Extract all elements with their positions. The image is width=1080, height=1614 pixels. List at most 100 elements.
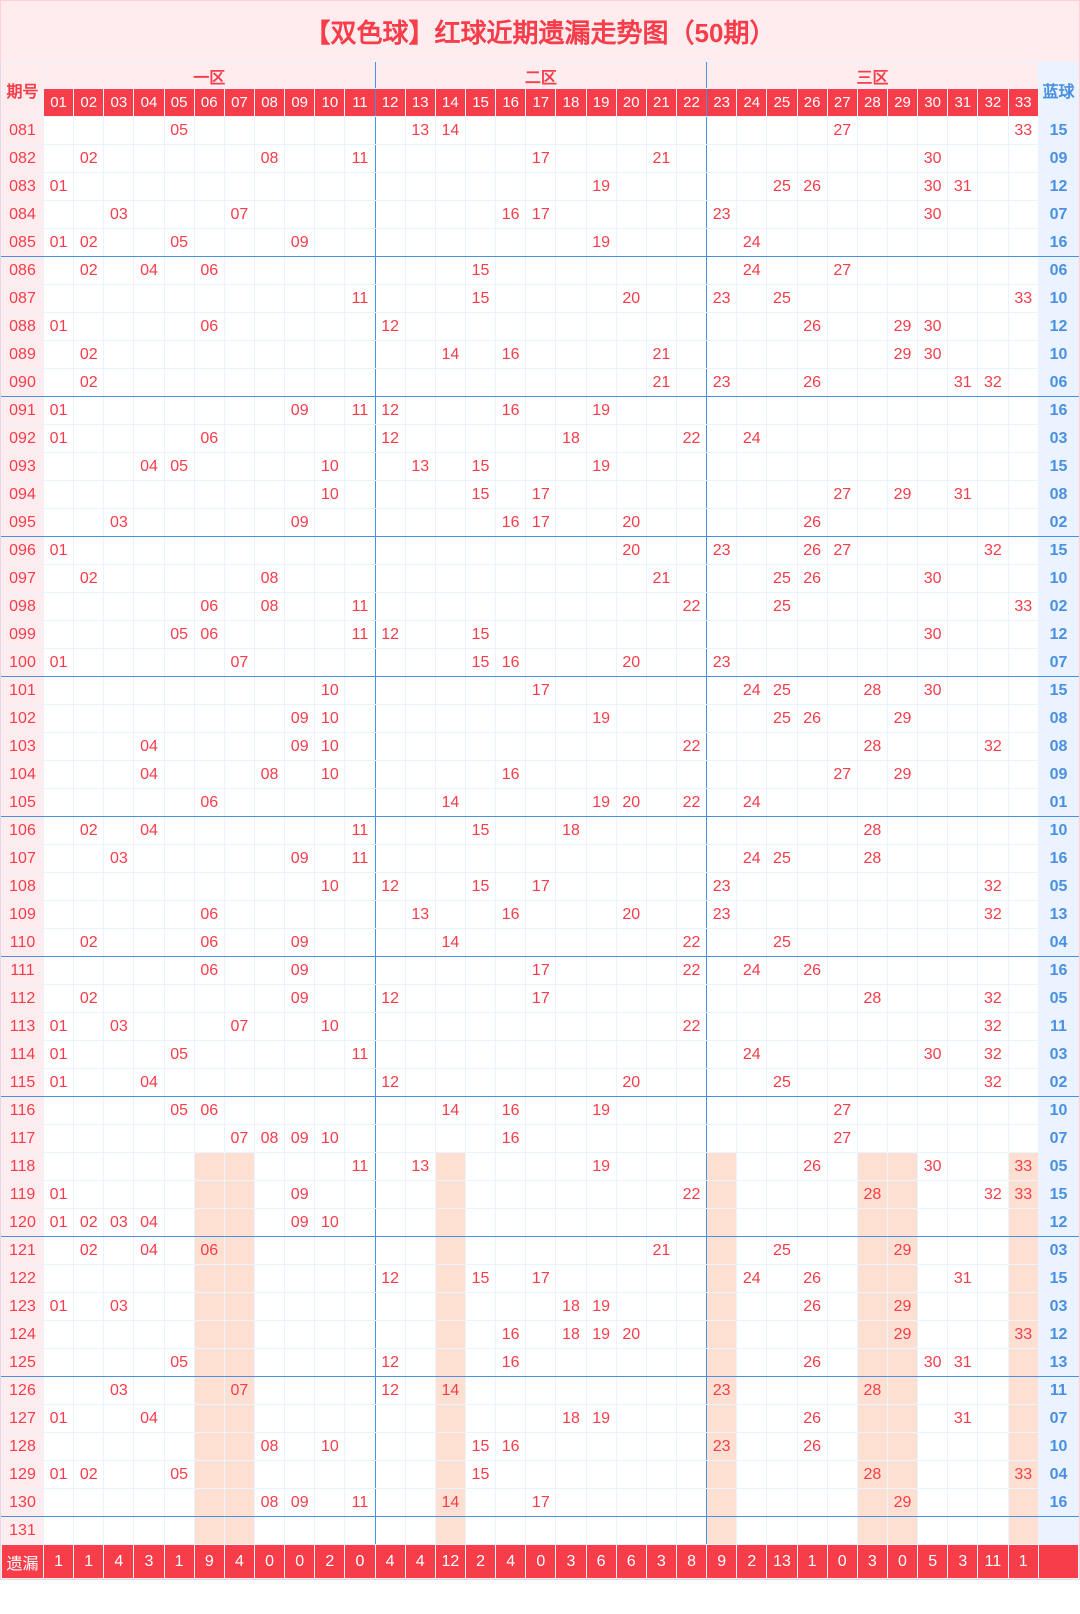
red-cell [315, 1237, 345, 1265]
red-cell: 17 [526, 509, 556, 537]
red-cell [586, 901, 616, 929]
issue-cell: 115 [2, 1069, 44, 1097]
blue-cell: 12 [1039, 173, 1079, 201]
red-cell [315, 173, 345, 201]
red-col-04: 04 [134, 89, 164, 117]
red-cell [44, 285, 74, 313]
red-cell [797, 229, 827, 257]
red-cell [375, 285, 405, 313]
red-cell [767, 901, 797, 929]
red-cell [134, 509, 164, 537]
red-cell: 23 [707, 537, 737, 565]
red-cell [676, 873, 706, 901]
red-cell [1008, 453, 1039, 481]
red-cell [676, 1069, 706, 1097]
data-row: 10506141920222401 [2, 789, 1079, 817]
red-cell [74, 1013, 104, 1041]
red-cell [646, 1377, 676, 1405]
blue-cell: 07 [1039, 1125, 1079, 1153]
red-cell [224, 1069, 254, 1097]
red-cell: 11 [345, 621, 375, 649]
data-row: 10304091022283208 [2, 733, 1079, 761]
blue-cell: 16 [1039, 229, 1079, 257]
blue-cell: 10 [1039, 341, 1079, 369]
red-cell [194, 1405, 224, 1433]
red-cell [285, 453, 315, 481]
red-cell: 28 [857, 733, 887, 761]
red-cell: 01 [44, 397, 74, 425]
red-cell [375, 341, 405, 369]
red-cell: 03 [104, 845, 134, 873]
red-cell [224, 621, 254, 649]
red-cell: 17 [526, 481, 556, 509]
red-cell: 14 [435, 1489, 465, 1517]
red-cell [375, 1293, 405, 1321]
red-cell [616, 117, 646, 145]
red-cell [254, 1349, 284, 1377]
red-cell: 21 [646, 565, 676, 593]
red-cell [586, 1013, 616, 1041]
red-cell: 30 [918, 1153, 948, 1181]
red-cell [164, 817, 194, 845]
red-cell [375, 1153, 405, 1181]
red-cell [767, 1321, 797, 1349]
red-cell [315, 789, 345, 817]
red-cell: 20 [616, 789, 646, 817]
red-cell [676, 1489, 706, 1517]
red-cell: 11 [345, 1041, 375, 1069]
red-cell [646, 453, 676, 481]
red-cell [134, 201, 164, 229]
red-cell: 04 [134, 761, 164, 789]
red-cell [285, 621, 315, 649]
red-cell [194, 285, 224, 313]
red-cell [104, 117, 134, 145]
red-col-13: 13 [405, 89, 435, 117]
red-cell [676, 985, 706, 1013]
data-row: 11501041220253202 [2, 1069, 1079, 1097]
red-cell [978, 1377, 1008, 1405]
red-cell [134, 117, 164, 145]
red-cell [797, 145, 827, 173]
red-cell [857, 1125, 887, 1153]
miss-cell: 1 [164, 1545, 194, 1579]
red-cell [526, 453, 556, 481]
red-cell [707, 789, 737, 817]
red-cell [646, 901, 676, 929]
red-cell [315, 425, 345, 453]
red-cell [224, 1517, 254, 1545]
issue-cell: 086 [2, 257, 44, 285]
red-cell [797, 677, 827, 705]
red-cell [616, 145, 646, 173]
red-cell [496, 621, 526, 649]
red-cell [797, 1069, 827, 1097]
red-cell [405, 649, 435, 677]
red-cell [887, 817, 917, 845]
red-cell [646, 509, 676, 537]
red-cell [224, 929, 254, 957]
red-cell [465, 1181, 495, 1209]
red-cell [194, 1461, 224, 1489]
issue-cell: 083 [2, 173, 44, 201]
red-cell [1008, 397, 1039, 425]
red-cell [556, 397, 586, 425]
red-cell [496, 1377, 526, 1405]
red-cell [164, 509, 194, 537]
red-cell: 01 [44, 1293, 74, 1321]
red-cell [797, 1097, 827, 1125]
red-cell [224, 481, 254, 509]
red-cell [586, 1125, 616, 1153]
red-cell [978, 1321, 1008, 1349]
red-cell [134, 145, 164, 173]
red-cell [285, 1349, 315, 1377]
red-cell [74, 285, 104, 313]
red-cell [405, 425, 435, 453]
red-cell [616, 481, 646, 509]
red-cell [676, 537, 706, 565]
red-cell: 16 [496, 901, 526, 929]
red-cell [556, 1517, 586, 1545]
red-cell [797, 929, 827, 957]
red-cell [435, 1181, 465, 1209]
red-cell [797, 117, 827, 145]
red-cell [224, 1209, 254, 1237]
red-cell [737, 537, 767, 565]
